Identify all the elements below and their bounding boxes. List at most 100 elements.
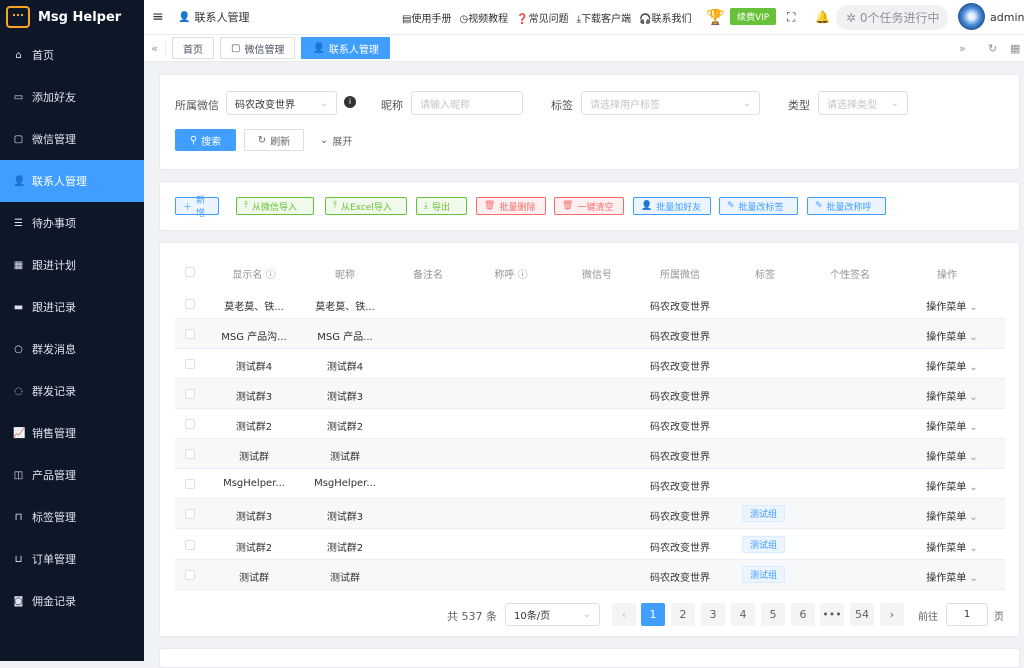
toolbar-button-1[interactable]: ⤒ 从微信导入 — [236, 197, 314, 215]
toolbar-button-2[interactable]: ⤒ 从Excel导入 — [325, 197, 407, 215]
page-button[interactable]: 5 — [761, 603, 785, 626]
toolbar-button-6[interactable]: 👤 批量加好友 — [633, 197, 711, 215]
action-menu[interactable]: 操作菜单 ⌄ — [912, 448, 992, 463]
action-menu[interactable]: 操作菜单 ⌄ — [912, 388, 992, 403]
toolbar-button-7[interactable]: ✎ 批量改标签 — [719, 197, 798, 215]
faq-link[interactable]: ❓常见问题 — [516, 10, 568, 25]
sidebar-item-5[interactable]: ▦ 跟进计划 — [0, 244, 144, 286]
page-button[interactable]: 6 — [791, 603, 815, 626]
display-name: MSG 产品沟... — [221, 332, 287, 343]
page-button[interactable]: 54 — [850, 603, 874, 626]
expand-button[interactable]: ⌄ 展开 — [312, 129, 360, 151]
tag-select[interactable]: 请选择用户标签 ⌄ — [581, 91, 760, 115]
manual-link[interactable]: ▤使用手册 — [402, 10, 451, 25]
search-button[interactable]: ⚲ 搜索 — [175, 129, 236, 151]
sidebar-item-6[interactable]: ▬ 跟进记录 — [0, 286, 144, 328]
page-size-select[interactable]: 10条/页 ⌄ — [505, 603, 600, 626]
goto-input[interactable]: 1 — [946, 603, 988, 626]
logo: Msg Helper — [0, 0, 144, 34]
action-menu[interactable]: 操作菜单 ⌄ — [912, 508, 992, 523]
download-link[interactable]: ⤓下载客户端 — [577, 10, 631, 25]
bell-icon[interactable]: 🔔 — [815, 10, 830, 24]
fullscreen-icon[interactable]: ⛶ — [787, 10, 795, 25]
table-row[interactable]: 测试群3 测试群3 码农改变世界 测试组 操作菜单 ⌄ — [175, 499, 1005, 529]
prev-page-button[interactable]: ‹ — [612, 603, 636, 626]
refresh-icon[interactable]: ↻ — [988, 42, 997, 55]
tab-contacts[interactable]: 👤 联系人管理 — [301, 37, 390, 59]
page-button[interactable]: 4 — [731, 603, 755, 626]
sidebar-item-2[interactable]: ▢ 微信管理 — [0, 118, 144, 160]
table-row[interactable]: 测试群3 测试群3 码农改变世界 操作菜单 ⌄ — [175, 379, 1005, 409]
table-row[interactable]: 莫老莫、铁... 莫老莫、铁... 码农改变世界 操作菜单 ⌄ — [175, 289, 1005, 319]
sidebar-item-10[interactable]: ◫ 产品管理 — [0, 454, 144, 496]
type-select[interactable]: 请选择类型 ⌄ — [818, 91, 908, 115]
search-icon: ⚲ — [189, 134, 198, 146]
row-checkbox[interactable] — [185, 540, 195, 550]
table-row[interactable]: MsgHelper... MsgHelper... 码农改变世界 操作菜单 ⌄ — [175, 469, 1005, 499]
row-checkbox[interactable] — [185, 329, 195, 339]
sidebar-item-1[interactable]: ▭ 添加好友 — [0, 76, 144, 118]
vip-button[interactable]: 续费VIP — [730, 8, 777, 25]
row-checkbox[interactable] — [185, 570, 195, 580]
sidebar-item-3[interactable]: 👤 联系人管理 — [0, 160, 144, 202]
info-icon[interactable]: i — [344, 96, 356, 108]
row-checkbox[interactable] — [185, 509, 195, 519]
action-menu[interactable]: 操作菜单 ⌄ — [912, 358, 992, 373]
sidebar-item-13[interactable]: ◙ 佣金记录 — [0, 580, 144, 622]
action-menu[interactable]: 操作菜单 ⌄ — [912, 569, 992, 584]
sidebar-item-11[interactable]: ⊓ 标签管理 — [0, 496, 144, 538]
table-row[interactable]: 测试群2 测试群2 码农改变世界 测试组 操作菜单 ⌄ — [175, 530, 1005, 560]
avatar[interactable] — [958, 3, 985, 30]
table-row[interactable]: 测试群 测试群 码农改变世界 操作菜单 ⌄ — [175, 439, 1005, 469]
scroll-left-icon[interactable]: « — [144, 41, 166, 55]
action-menu[interactable]: 操作菜单 ⌄ — [912, 298, 992, 313]
logo-icon — [6, 6, 30, 28]
sidebar-item-8[interactable]: ◌ 群发记录 — [0, 370, 144, 412]
trophy-icon[interactable]: 🏆 — [706, 8, 725, 26]
toolbar-button-0[interactable]: ＋新增 — [175, 196, 219, 219]
grid-icon[interactable]: ▦ — [1010, 42, 1020, 55]
sidebar-item-12[interactable]: ⊔ 订单管理 — [0, 538, 144, 580]
owner-wechat: 码农改变世界 — [650, 362, 710, 373]
sidebar-item-4[interactable]: ☰ 待办事项 — [0, 202, 144, 244]
header-checkbox[interactable] — [185, 267, 195, 277]
toolbar-button-8[interactable]: ✎ 批量改称呼 — [807, 197, 886, 215]
page-button[interactable]: 2 — [671, 603, 695, 626]
row-checkbox[interactable] — [185, 449, 195, 459]
video-link[interactable]: ◷视频教程 — [459, 10, 508, 25]
action-menu[interactable]: 操作菜单 ⌄ — [912, 478, 992, 493]
sidebar-item-0[interactable]: ⌂ 首页 — [0, 34, 144, 76]
wechat-select[interactable]: 码农改变世界 ⌄ — [226, 91, 337, 115]
sidebar-item-9[interactable]: 📈 销售管理 — [0, 412, 144, 454]
next-page-button[interactable]: › — [880, 603, 904, 626]
table-row[interactable]: 测试群2 测试群2 码农改变世界 操作菜单 ⌄ — [175, 409, 1005, 439]
table-row[interactable]: 测试群4 测试群4 码农改变世界 操作菜单 ⌄ — [175, 349, 1005, 379]
contact-link[interactable]: 🎧联系我们 — [639, 10, 691, 25]
username[interactable]: admin3 — [990, 11, 1024, 24]
menu-toggle-icon[interactable]: ≡ — [152, 9, 170, 25]
sidebar-item-label: 首页 — [32, 49, 54, 62]
table-row[interactable]: 测试群 测试群 码农改变世界 测试组 操作菜单 ⌄ — [175, 560, 1005, 590]
page-button[interactable]: ••• — [820, 603, 844, 626]
nickname-input[interactable]: 请输入昵称 — [411, 91, 523, 115]
toolbar-button-3[interactable]: ⤓ 导出 — [416, 197, 467, 215]
goto-label: 前往 — [918, 612, 938, 623]
page-button[interactable]: 3 — [701, 603, 725, 626]
row-checkbox[interactable] — [185, 389, 195, 399]
action-menu[interactable]: 操作菜单 ⌄ — [912, 539, 992, 554]
row-checkbox[interactable] — [185, 479, 195, 489]
toolbar-button-5[interactable]: 🗑 一键清空 — [554, 197, 624, 215]
row-checkbox[interactable] — [185, 419, 195, 429]
page-button[interactable]: 1 — [641, 603, 665, 626]
scroll-right-icon[interactable]: » — [959, 42, 966, 55]
sidebar-item-7[interactable]: ○ 群发消息 — [0, 328, 144, 370]
row-checkbox[interactable] — [185, 299, 195, 309]
tab-wechat[interactable]: ▢ 微信管理 — [220, 37, 296, 59]
table-row[interactable]: MSG 产品沟... MSG 产品... 码农改变世界 操作菜单 ⌄ — [175, 319, 1005, 349]
toolbar-button-4[interactable]: 🗑 批量删除 — [476, 197, 546, 215]
tab-home[interactable]: 首页 — [172, 37, 214, 59]
row-checkbox[interactable] — [185, 359, 195, 369]
action-menu[interactable]: 操作菜单 ⌄ — [912, 418, 992, 433]
refresh-button[interactable]: ↻ 刷新 — [244, 129, 304, 151]
action-menu[interactable]: 操作菜单 ⌄ — [912, 328, 992, 343]
